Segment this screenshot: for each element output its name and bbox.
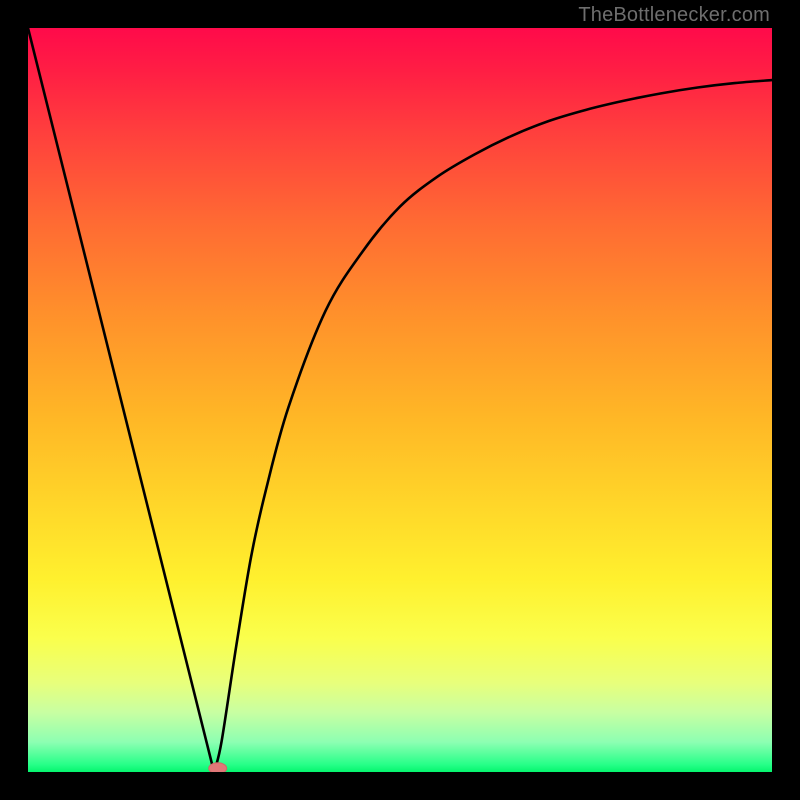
optimal-point-marker xyxy=(209,763,227,772)
plot-area xyxy=(28,28,772,772)
watermark-label: TheBottlenecker.com xyxy=(578,4,770,27)
chart-frame: TheBottlenecker.com xyxy=(0,0,800,800)
curve-layer xyxy=(28,28,772,772)
bottleneck-curve xyxy=(28,28,772,772)
